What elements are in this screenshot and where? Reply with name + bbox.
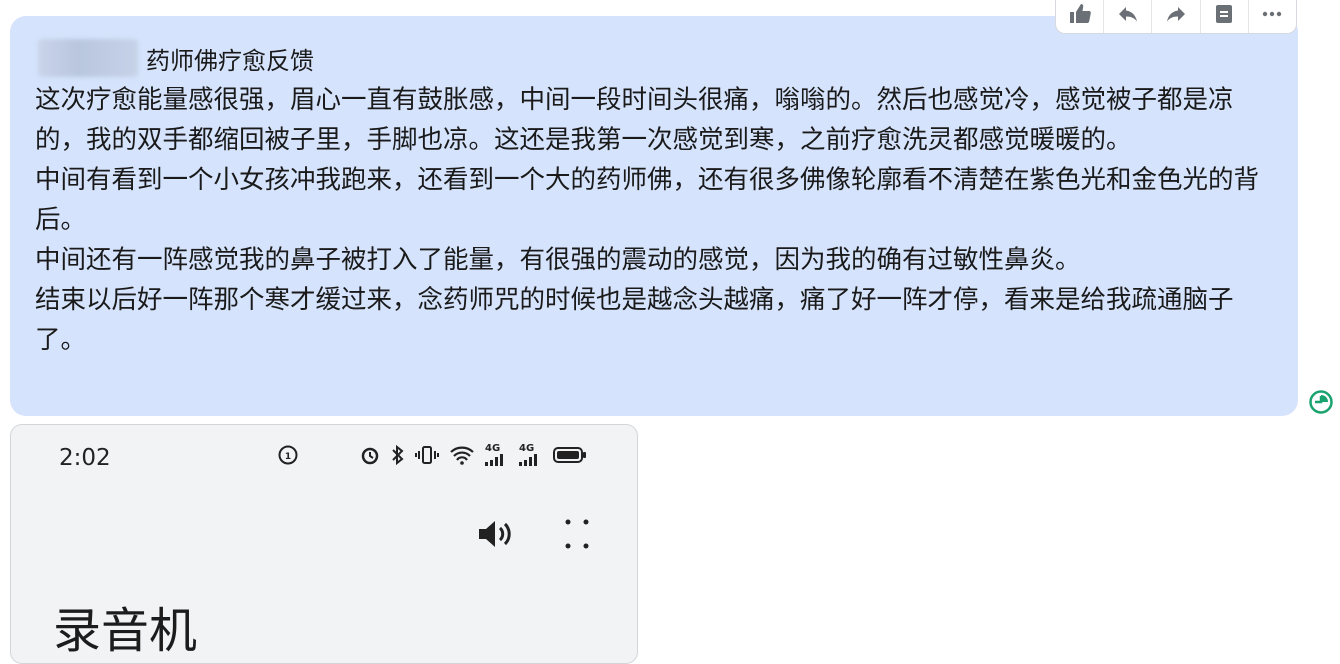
bluetooth-icon (391, 444, 405, 466)
svg-text:1: 1 (285, 452, 291, 462)
forward-icon (1167, 7, 1185, 22)
message-paragraph: 这次疗愈能量感很强，眉心一直有鼓胀感，中间一段时间头很痛，嗡嗡的。然后也感觉冷，… (35, 85, 1234, 155)
reply-icon (1118, 7, 1137, 22)
cellular-signal-icon: 4G (519, 443, 543, 466)
message-paragraph: 结束以后好一阵那个寒才缓过来，念药师咒的时候也是越念头越痛，痛了好一阵才停，看来… (35, 285, 1234, 355)
recorder-app-title: 录音机 (53, 603, 198, 659)
message-title: 药师佛疗愈反馈 (146, 46, 314, 75)
bookmark-icon (1216, 5, 1233, 23)
read-status-icon (1309, 390, 1333, 414)
blurred-sender-name (38, 39, 138, 77)
alarm-icon (359, 444, 381, 466)
message-paragraph: 中间还有一阵感觉我的鼻子被打入了能量，有很强的震动的感觉，因为我的确有过敏性鼻炎… (35, 245, 1081, 275)
battery-icon (553, 444, 587, 466)
like-button[interactable] (1056, 0, 1105, 33)
status-bar-icons: 1 4G 4G (277, 443, 587, 466)
message-body: 这次疗愈能量感很强，眉心一直有鼓胀感，中间一段时间头很痛，嗡嗡的。然后也感觉冷，… (35, 80, 1275, 360)
more-vertical-icon[interactable] (562, 517, 592, 551)
cellular-signal-icon: 4G (485, 443, 509, 466)
forward-button[interactable] (1152, 0, 1201, 33)
sender-row: 药师佛疗愈反馈 (38, 38, 314, 78)
bookmark-button[interactable] (1201, 0, 1249, 33)
phone-screenshot-image[interactable]: 2:02 1 4G 4G 录音机 (10, 424, 638, 664)
speaker-volume-icon[interactable] (477, 517, 517, 551)
message-action-toolbar (1055, 0, 1297, 34)
status-bar-time: 2:02 (59, 445, 111, 471)
more-horizontal-icon (1263, 11, 1282, 17)
message-bubble[interactable]: 药师佛疗愈反馈 这次疗愈能量感很强，眉心一直有鼓胀感，中间一段时间头很痛，嗡嗡的… (10, 16, 1298, 416)
reply-button[interactable] (1104, 0, 1153, 33)
data-saver-icon: 1 (277, 444, 299, 466)
message-paragraph: 中间有看到一个小女孩冲我跑来，还看到一个大的药师佛，还有很多佛像轮廓看不清楚在紫… (35, 165, 1260, 235)
vibrate-icon (415, 444, 439, 466)
wifi-icon (449, 444, 475, 466)
thumbs-up-icon (1069, 4, 1091, 23)
more-actions-button[interactable] (1249, 0, 1296, 33)
